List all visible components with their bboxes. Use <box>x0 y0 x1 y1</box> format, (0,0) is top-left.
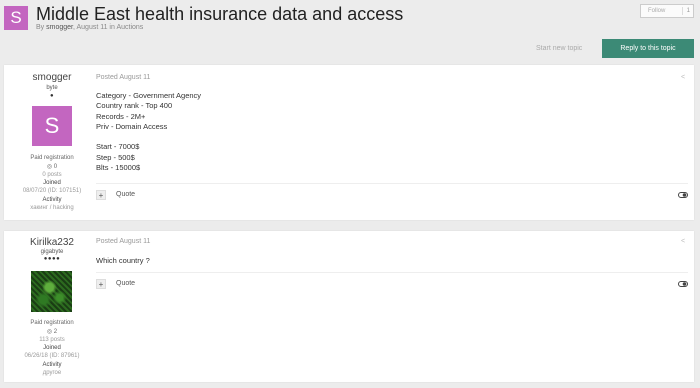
share-icon[interactable]: < <box>681 238 685 245</box>
joined-date: 08/07/20 (ID: 107151) <box>22 188 82 194</box>
post-author-username[interactable]: smogger <box>12 72 92 83</box>
joined-label: Joined <box>43 180 61 186</box>
post-content-line: Blts - 15000$ <box>96 163 141 173</box>
post-author-rank: byte <box>46 85 58 91</box>
reply-to-topic-button[interactable]: Reply to this topic <box>602 39 694 58</box>
user-group: Paid registration <box>30 155 74 161</box>
post-content-line: Category - Government Agency <box>96 91 202 100</box>
posted-date[interactable]: Posted August 11 <box>96 74 150 81</box>
multiquote-button[interactable]: + <box>96 279 106 289</box>
page-title: Middle East health insurance data and ac… <box>36 4 404 24</box>
quote-button[interactable]: Quote <box>116 191 135 198</box>
post-count: 0 posts <box>42 172 62 178</box>
post-count: 113 posts <box>39 337 65 343</box>
reputation-count: 0 <box>53 164 58 170</box>
post-author-username[interactable]: Kirilka232 <box>12 237 92 248</box>
rank-pips: ● <box>49 93 55 99</box>
follow-divider <box>682 7 683 15</box>
topic-meta-date: , August 11 in Auctions <box>72 24 144 31</box>
quote-button[interactable]: Quote <box>116 280 135 287</box>
activity-label: Activity <box>42 197 62 203</box>
avatar[interactable]: S <box>32 106 72 146</box>
share-icon[interactable]: < <box>681 74 685 81</box>
post-content: Which country ? <box>96 256 150 266</box>
activity-value: хакинг / hacking <box>30 205 74 211</box>
joined-label: Joined <box>43 345 61 351</box>
avatar[interactable] <box>31 271 72 312</box>
activity-label: Activity <box>42 362 62 368</box>
post-content-line: Step - 500$ <box>96 152 135 162</box>
topic-author-link[interactable]: smogger <box>46 24 73 31</box>
reputation-badge-icon: ◎ <box>46 329 53 335</box>
rank-pips: ●●●● <box>43 256 61 262</box>
follow-button[interactable]: Follow 1 <box>640 4 694 18</box>
post-divider <box>96 272 688 273</box>
post-content-line: Country rank - Top 400 <box>96 101 173 111</box>
follow-label: Follow <box>648 8 666 14</box>
post-card: Kirilka232 gigabyte ●●●● Paid registrati… <box>4 231 694 382</box>
post-content-line: Start - 7000$ <box>96 142 140 152</box>
post-divider <box>96 183 688 184</box>
post-content: Category - Government Agency Country rank… <box>96 91 201 173</box>
post-content-line: Priv - Domain Access <box>96 121 168 131</box>
reaction-icon[interactable] <box>678 192 688 198</box>
post-content-line <box>96 132 201 142</box>
activity-value: другое <box>42 370 62 376</box>
reaction-icon[interactable] <box>678 281 688 287</box>
topic-meta-prefix: By <box>36 24 47 31</box>
reputation-badge-icon: ◎ <box>46 164 53 170</box>
post-card: smogger byte ● S Paid registration ◎ 0 0… <box>4 65 694 220</box>
posted-date[interactable]: Posted August 11 <box>96 238 150 245</box>
follow-count: 1 <box>686 8 690 14</box>
reputation: ◎ 2 <box>12 328 92 335</box>
post-content-line: Records - 2M+ <box>96 111 146 121</box>
reputation: ◎ 0 <box>12 163 92 170</box>
post-content-line: Which country ? <box>96 256 150 265</box>
topic-author-avatar[interactable]: S <box>4 6 28 30</box>
multiquote-button[interactable]: + <box>96 190 106 200</box>
user-group: Paid registration <box>30 320 74 326</box>
topic-meta: By smogger, August 11 in Auctions <box>36 24 143 31</box>
reputation-count: 2 <box>53 329 58 335</box>
joined-date: 06/26/18 (ID: 87961) <box>24 353 80 359</box>
post-author-rank: gigabyte <box>40 249 64 255</box>
start-new-topic-link[interactable]: Start new topic <box>536 45 582 52</box>
